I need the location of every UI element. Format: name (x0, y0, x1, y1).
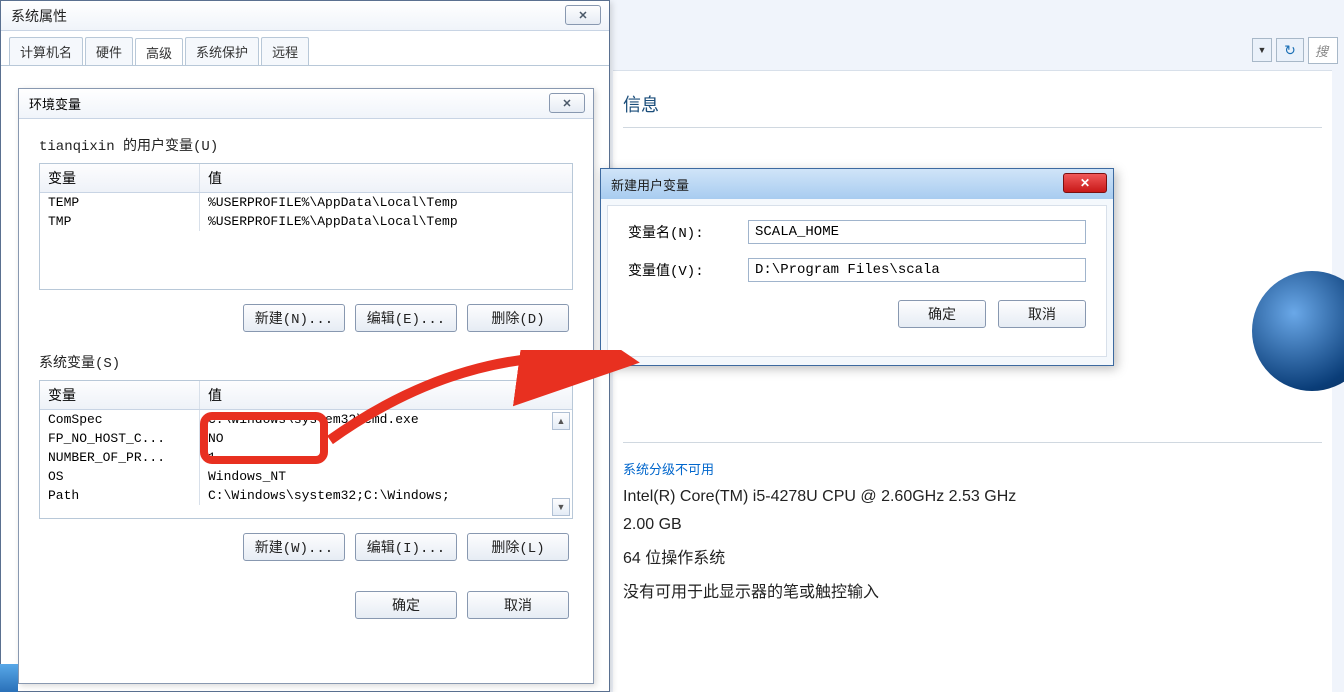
sys-vars-label: 系统变量(S) (39, 352, 573, 372)
cpu-info: Intel(R) Core(TM) i5-4278U CPU @ 2.60GHz… (623, 488, 1322, 506)
cell-name: FP_NO_HOST_C... (40, 429, 200, 448)
new-sys-var-button[interactable]: 新建(W)... (243, 533, 345, 561)
edit-sys-var-button[interactable]: 编辑(I)... (355, 533, 457, 561)
table-row[interactable]: Path C:\Windows\system32;C:\Windows; (40, 486, 572, 505)
address-dropdown[interactable]: ▼ (1252, 38, 1272, 62)
bg-toolbar: ▼ ↻ 搜 (1252, 36, 1338, 64)
envvar-dialog-buttons: 确定 取消 (43, 591, 569, 619)
cell-name: Path (40, 486, 200, 505)
divider (623, 127, 1322, 128)
new-user-var-button[interactable]: 新建(N)... (243, 304, 345, 332)
newvar-title: 新建用户变量 (611, 175, 689, 194)
pen-info: 没有可用于此显示器的笔或触控输入 (623, 578, 1322, 602)
systype-info: 64 位操作系统 (623, 544, 1322, 568)
user-vars-buttons: 新建(N)... 编辑(E)... 删除(D) (43, 304, 569, 332)
cancel-button[interactable]: 取消 (467, 591, 569, 619)
newvar-body: 变量名(N): 变量值(V): 确定 取消 (607, 205, 1107, 357)
cell-name: OS (40, 467, 200, 486)
edit-user-var-button[interactable]: 编辑(E)... (355, 304, 457, 332)
cell-name: TEMP (40, 193, 200, 212)
divider (623, 442, 1322, 443)
cell-value: Windows_NT (200, 467, 572, 486)
col-var[interactable]: 变量 (40, 164, 200, 192)
scroll-down-button[interactable]: ▼ (552, 498, 570, 516)
search-box[interactable]: 搜 (1308, 37, 1338, 64)
ram-info: 2.00 GB (623, 516, 1322, 534)
tab-computer-name[interactable]: 计算机名 (9, 37, 83, 65)
envvar-titlebar[interactable]: 环境变量 ✕ (19, 89, 593, 119)
cell-name: ComSpec (40, 410, 200, 429)
var-name-label: 变量名(N): (628, 222, 748, 242)
sys-vars-body[interactable]: ComSpec C:\Windows\system32\cmd.exe FP_N… (40, 410, 572, 518)
user-vars-label: tianqixin 的用户变量(U) (39, 135, 573, 155)
table-header: 变量 值 (40, 164, 572, 193)
var-value-input[interactable] (748, 258, 1086, 282)
var-value-label: 变量值(V): (628, 260, 748, 280)
table-row[interactable]: TMP %USERPROFILE%\AppData\Local\Temp (40, 212, 572, 231)
var-name-row: 变量名(N): (628, 220, 1086, 244)
delete-user-var-button[interactable]: 删除(D) (467, 304, 569, 332)
ok-button[interactable]: 确定 (898, 300, 986, 328)
cell-value: %USERPROFILE%\AppData\Local\Temp (200, 212, 572, 231)
environment-variables-dialog: 环境变量 ✕ tianqixin 的用户变量(U) 变量 值 TEMP %USE… (18, 88, 594, 684)
col-val[interactable]: 值 (200, 381, 572, 409)
delete-sys-var-button[interactable]: 删除(L) (467, 533, 569, 561)
cell-value: NO (200, 429, 572, 448)
table-row[interactable]: NUMBER_OF_PR... 1 (40, 448, 572, 467)
envvar-title: 环境变量 (29, 94, 81, 113)
sysprops-tabs: 计算机名 硬件 高级 系统保护 远程 (1, 31, 609, 66)
sys-vars-table[interactable]: 变量 值 ComSpec C:\Windows\system32\cmd.exe… (39, 380, 573, 519)
tab-advanced[interactable]: 高级 (135, 38, 183, 66)
col-var[interactable]: 变量 (40, 381, 200, 409)
new-user-variable-dialog: 新建用户变量 ✕ 变量名(N): 变量值(V): 确定 取消 (600, 168, 1114, 366)
tab-hardware[interactable]: 硬件 (85, 37, 133, 65)
rating-link[interactable]: 系统分级不可用 (623, 459, 1322, 478)
cell-value: C:\Windows\system32;C:\Windows; (200, 486, 572, 505)
col-val[interactable]: 值 (200, 164, 572, 192)
ok-button[interactable]: 确定 (355, 591, 457, 619)
cell-name: TMP (40, 212, 200, 231)
bg-content: 信息 系统分级不可用 Intel(R) Core(TM) i5-4278U CP… (613, 70, 1332, 692)
taskbar-sliver (0, 664, 18, 692)
var-name-input[interactable] (748, 220, 1086, 244)
table-row[interactable]: ComSpec C:\Windows\system32\cmd.exe (40, 410, 572, 429)
sys-vars-buttons: 新建(W)... 编辑(I)... 删除(L) (43, 533, 569, 561)
newvar-titlebar[interactable]: 新建用户变量 ✕ (601, 169, 1113, 199)
newvar-buttons: 确定 取消 (628, 300, 1086, 328)
close-button[interactable]: ✕ (549, 93, 585, 113)
cell-value: %USERPROFILE%\AppData\Local\Temp (200, 193, 572, 212)
cancel-button[interactable]: 取消 (998, 300, 1086, 328)
var-value-row: 变量值(V): (628, 258, 1086, 282)
scroll-up-button[interactable]: ▲ (552, 412, 570, 430)
envvar-body: tianqixin 的用户变量(U) 变量 值 TEMP %USERPROFIL… (19, 119, 593, 655)
tab-remote[interactable]: 远程 (261, 37, 309, 65)
cell-value: 1 (200, 448, 572, 467)
bg-section-title: 信息 (623, 91, 1322, 117)
table-row[interactable]: OS Windows_NT (40, 467, 572, 486)
table-row[interactable]: TEMP %USERPROFILE%\AppData\Local\Temp (40, 193, 572, 212)
table-row[interactable]: FP_NO_HOST_C... NO (40, 429, 572, 448)
close-button[interactable]: ✕ (565, 5, 601, 25)
sysprops-title: 系统属性 (11, 6, 67, 26)
sysprops-titlebar[interactable]: 系统属性 ✕ (1, 1, 609, 31)
tab-protection[interactable]: 系统保护 (185, 37, 259, 65)
table-header: 变量 值 (40, 381, 572, 410)
user-vars-body[interactable]: TEMP %USERPROFILE%\AppData\Local\Temp TM… (40, 193, 572, 289)
user-vars-table[interactable]: 变量 值 TEMP %USERPROFILE%\AppData\Local\Te… (39, 163, 573, 290)
refresh-button[interactable]: ↻ (1276, 38, 1304, 62)
close-button[interactable]: ✕ (1063, 173, 1107, 193)
cell-value: C:\Windows\system32\cmd.exe (200, 410, 572, 429)
cell-name: NUMBER_OF_PR... (40, 448, 200, 467)
